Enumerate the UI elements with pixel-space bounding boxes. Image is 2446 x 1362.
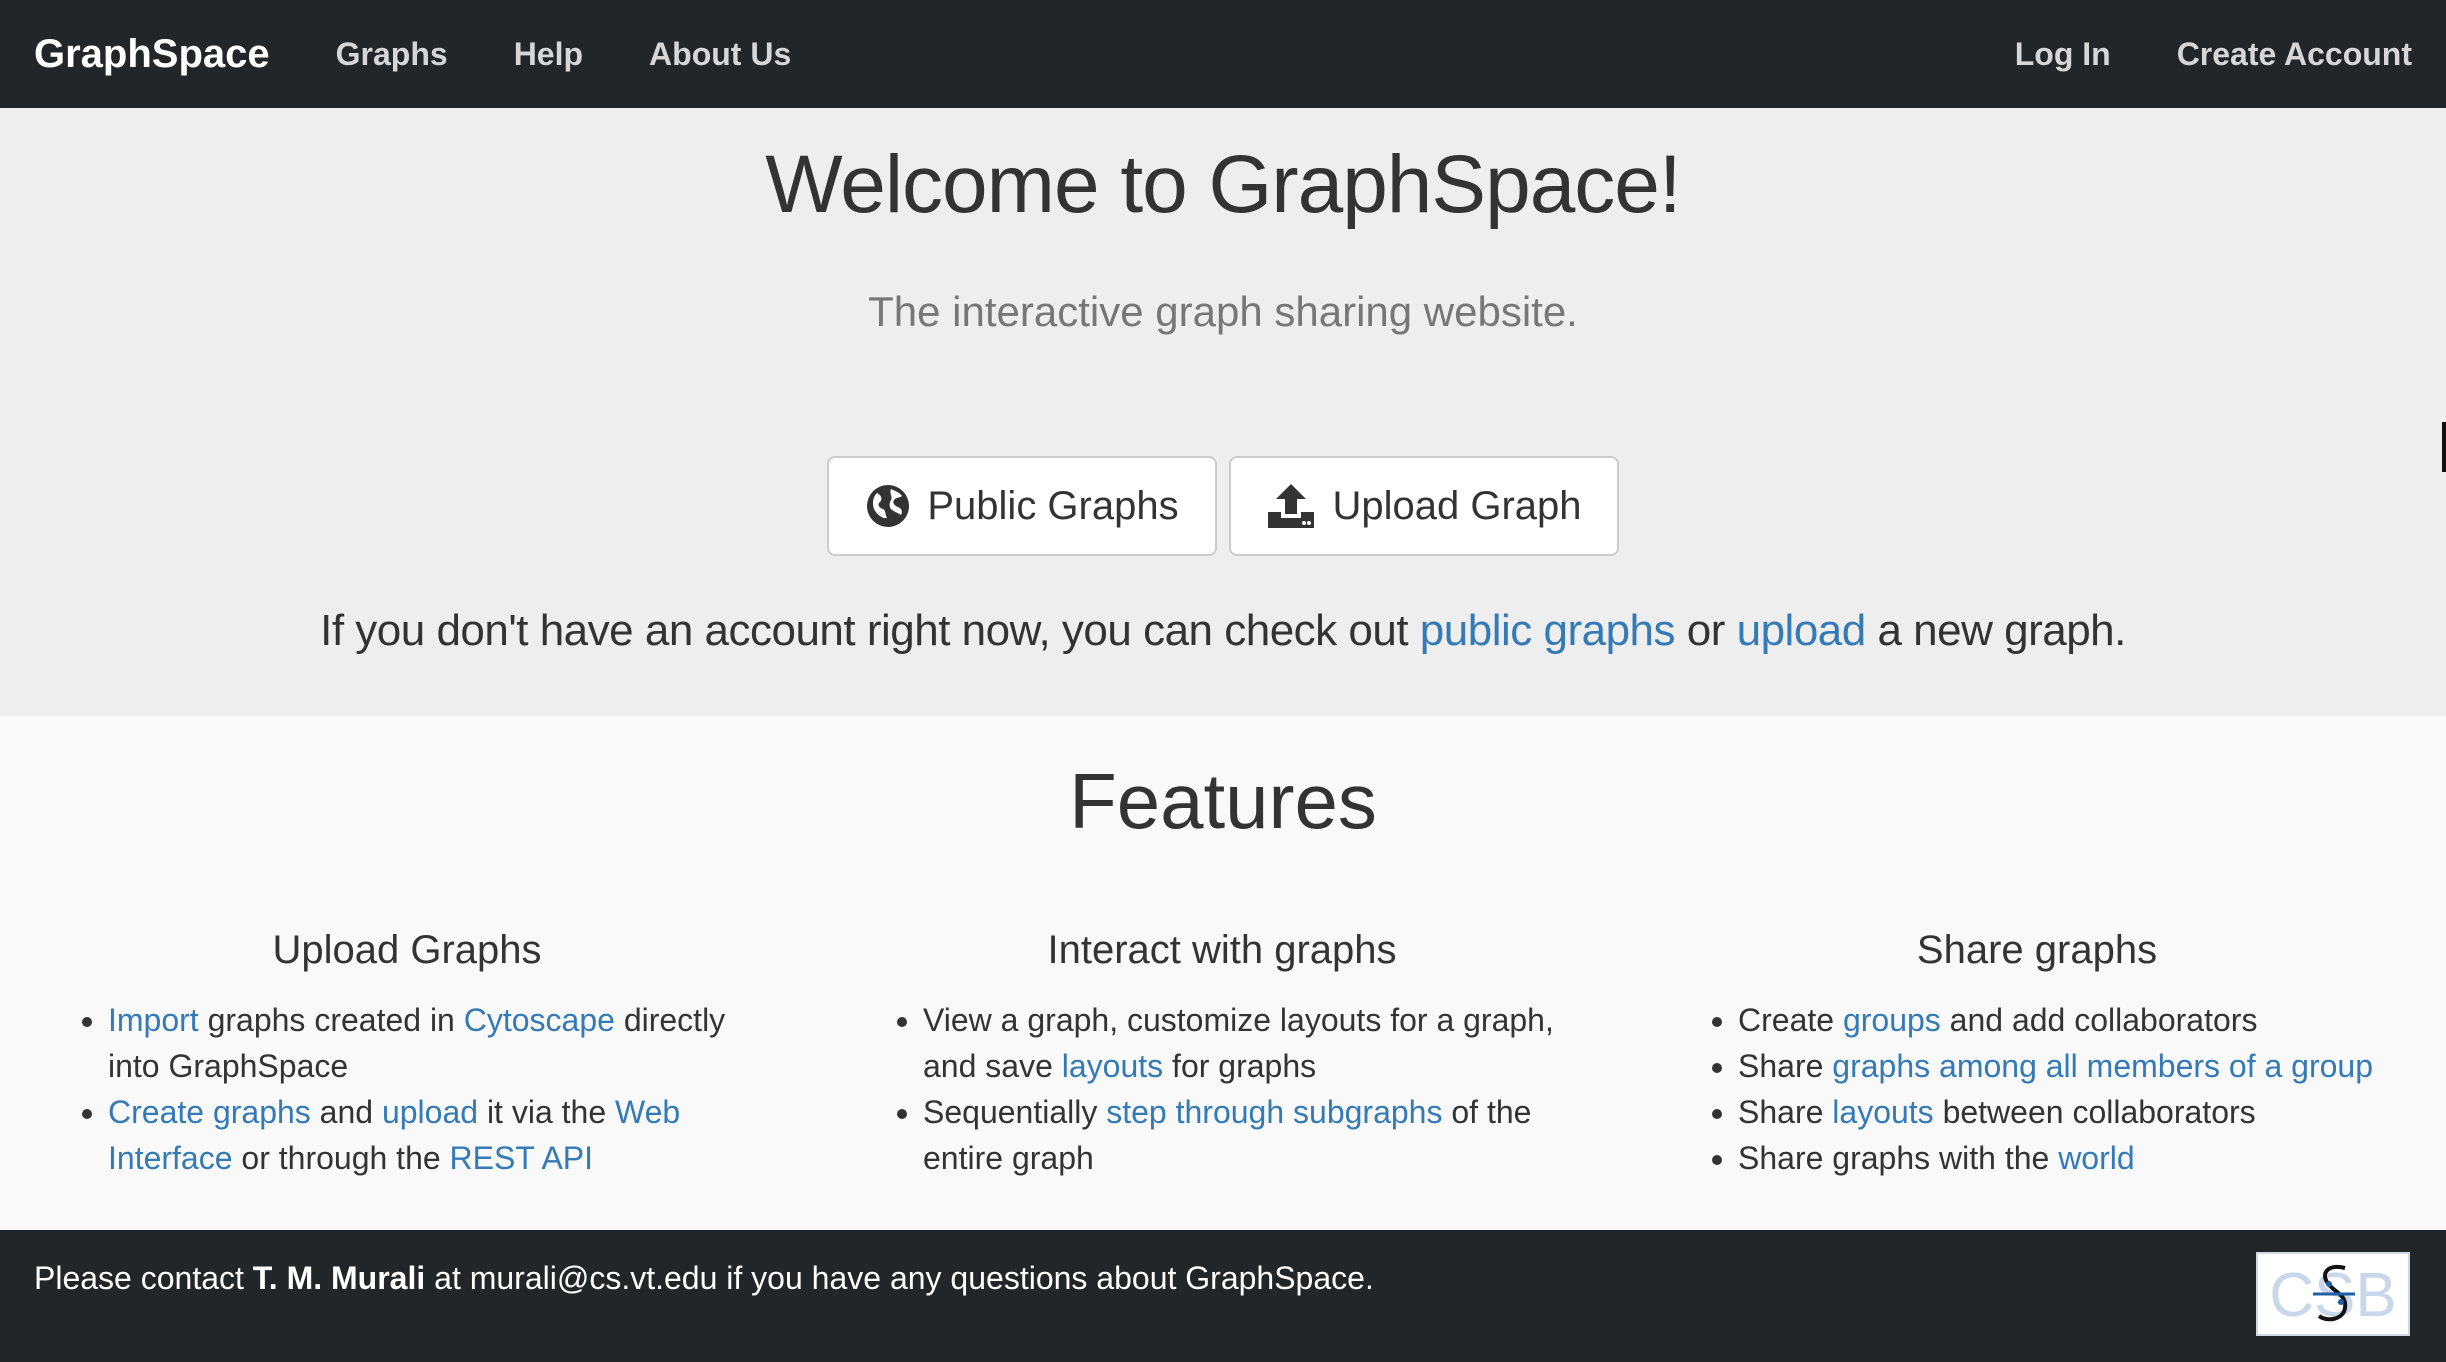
features-section: Features Upload Graphs Import graphs cre… <box>0 716 2446 1230</box>
public-graphs-link[interactable]: public graphs <box>1420 606 1676 655</box>
list-text: Share <box>1738 1048 1833 1084</box>
group-graphs-link[interactable]: graphs among all members of a group <box>1832 1048 2373 1084</box>
world-link[interactable]: world <box>2058 1140 2134 1176</box>
feature-list: Create groups and add collaborators Shar… <box>1672 997 2402 1181</box>
list-text: and <box>310 1094 382 1130</box>
feature-interact-graphs: Interact with graphs View a graph, custo… <box>857 928 1587 1181</box>
footer-text: at murali@cs.vt.edu if you have any ques… <box>425 1260 1374 1296</box>
nav-help[interactable]: Help <box>514 36 583 73</box>
list-text: for graphs <box>1163 1048 1317 1084</box>
share-layouts-link[interactable]: layouts <box>1832 1094 1933 1130</box>
list-item: Share graphs among all members of a grou… <box>1738 1043 2402 1089</box>
hero-subtitle: The interactive graph sharing website. <box>868 288 1578 335</box>
nav-about-us[interactable]: About Us <box>649 36 791 73</box>
list-item: Share graphs with the world <box>1738 1135 2402 1181</box>
globe-icon <box>865 483 911 529</box>
hero-section: Welcome to GraphSpace! The interactive g… <box>0 108 2446 716</box>
upload-feature-link[interactable]: upload <box>382 1094 478 1130</box>
list-item: Create graphs and upload it via the Web … <box>108 1089 772 1181</box>
upload-link[interactable]: upload <box>1737 606 1867 655</box>
scrollbar-edge <box>2442 422 2446 472</box>
hero-note-text: If you don't have an account right now, … <box>320 606 1420 655</box>
feature-list: Import graphs created in Cytoscape direc… <box>42 997 772 1181</box>
top-navbar: GraphSpace Graphs Help About Us Log In C… <box>0 0 2446 108</box>
contact-name: T. M. Murali <box>252 1260 426 1296</box>
feature-heading: Share graphs <box>1916 928 2158 972</box>
nav-graphs[interactable]: Graphs <box>336 36 448 73</box>
list-text: or through the <box>232 1140 450 1176</box>
public-graphs-label: Public Graphs <box>927 483 1179 528</box>
nav-right-group: Log In Create Account <box>1949 36 2412 73</box>
feature-upload-graphs: Upload Graphs Import graphs created in C… <box>42 928 772 1181</box>
rest-api-link[interactable]: REST API <box>450 1140 593 1176</box>
feature-list: View a graph, customize layouts for a gr… <box>857 997 1587 1181</box>
footer: Please contact T. M. Murali at murali@cs… <box>0 1230 2446 1362</box>
feature-share-graphs: Share graphs Create groups and add colla… <box>1672 928 2402 1181</box>
layouts-link[interactable]: layouts <box>1062 1048 1163 1084</box>
hero-button-group: Public Graphs Upload Graph <box>0 456 2446 556</box>
footer-text: Please contact <box>34 1260 253 1296</box>
list-text: graphs created in <box>198 1002 464 1038</box>
upload-graph-label: Upload Graph <box>1332 483 1582 528</box>
nav-create-account[interactable]: Create Account <box>2177 36 2412 73</box>
list-text: and add collaborators <box>1940 1002 2258 1038</box>
create-graphs-link[interactable]: Create graphs <box>108 1094 311 1130</box>
brand-link[interactable]: GraphSpace <box>34 32 270 77</box>
list-text: between collaborators <box>1933 1094 2256 1130</box>
import-link[interactable]: Import <box>108 1002 199 1038</box>
hero-note-text: or <box>1675 606 1737 655</box>
csb-logo[interactable]: CSB <box>2256 1252 2410 1336</box>
public-graphs-button[interactable]: Public Graphs <box>827 456 1217 556</box>
feature-heading: Upload Graphs <box>272 928 542 972</box>
list-item: Sequentially step through subgraphs of t… <box>923 1089 1587 1181</box>
upload-icon <box>1266 482 1316 530</box>
list-text: Share <box>1738 1094 1833 1130</box>
step-through-subgraphs-link[interactable]: step through subgraphs <box>1106 1094 1442 1130</box>
cytoscape-link[interactable]: Cytoscape <box>464 1002 615 1038</box>
hero-note-text: a new graph. <box>1865 606 2126 655</box>
features-title: Features <box>1069 757 1377 845</box>
list-text: Sequentially <box>923 1094 1107 1130</box>
nav-log-in[interactable]: Log In <box>2015 36 2111 73</box>
upload-graph-button[interactable]: Upload Graph <box>1229 456 1619 556</box>
list-text: it via the <box>478 1094 615 1130</box>
hero-title: Welcome to GraphSpace! <box>765 139 1681 230</box>
feature-heading: Interact with graphs <box>1047 928 1397 972</box>
list-item: Create groups and add collaborators <box>1738 997 2402 1043</box>
list-text: Create <box>1738 1002 1843 1038</box>
list-item: Import graphs created in Cytoscape direc… <box>108 997 772 1089</box>
list-item: View a graph, customize layouts for a gr… <box>923 997 1587 1089</box>
footer-contact: Please contact T. M. Murali at murali@cs… <box>34 1260 1374 1297</box>
list-text: Share graphs with the <box>1738 1140 2059 1176</box>
csb-logo-graphic: CSB <box>2269 1261 2396 1330</box>
list-item: Share layouts between collaborators <box>1738 1089 2402 1135</box>
groups-link[interactable]: groups <box>1843 1002 1941 1038</box>
hero-note: If you don't have an account right now, … <box>0 606 2446 656</box>
